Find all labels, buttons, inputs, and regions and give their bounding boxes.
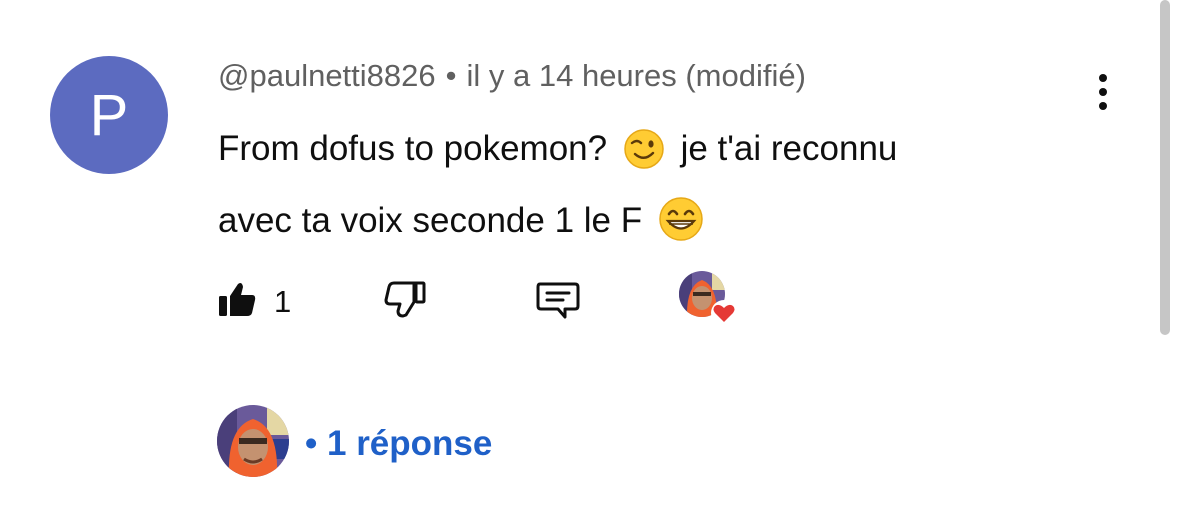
comment-text-part1: From dofus to pokemon?: [218, 129, 608, 168]
replies-label: 1 réponse: [327, 423, 493, 463]
replies-count-label: • 1 réponse: [305, 424, 492, 464]
comment-text-line2: avec ta voix seconde 1 le F: [218, 201, 643, 240]
dislike-button[interactable]: [383, 278, 429, 325]
scrollbar[interactable]: [1160, 0, 1170, 335]
more-options-icon[interactable]: [1088, 70, 1118, 114]
thumbs-down-icon: [383, 278, 429, 325]
creator-heart-badge: [678, 270, 740, 332]
comment-timestamp[interactable]: il y a 14 heures (modifié): [467, 58, 806, 93]
avatar-letter: P: [89, 82, 129, 148]
thumbs-up-icon: [216, 278, 258, 325]
like-button[interactable]: 1: [216, 278, 291, 325]
reply-icon: [534, 278, 582, 327]
comment-meta: @paulnetti8826 • il y a 14 heures (modifié…: [218, 58, 806, 94]
grinning-face-icon: [658, 196, 704, 262]
replies-separator: •: [305, 423, 318, 463]
author-handle[interactable]: @paulnetti8826: [218, 58, 436, 93]
replier-avatar: [217, 405, 289, 482]
comment-text: From dofus to pokemon? je t'ai reconnu a…: [218, 118, 1098, 262]
reply-button[interactable]: [534, 278, 582, 327]
author-avatar[interactable]: P: [50, 56, 168, 174]
view-replies-link[interactable]: • 1 réponse: [217, 405, 492, 482]
meta-separator: •: [445, 58, 457, 93]
winking-face-icon: [623, 128, 665, 190]
comment-text-part2: je t'ai reconnu: [680, 129, 898, 168]
like-count: 1: [274, 283, 292, 319]
